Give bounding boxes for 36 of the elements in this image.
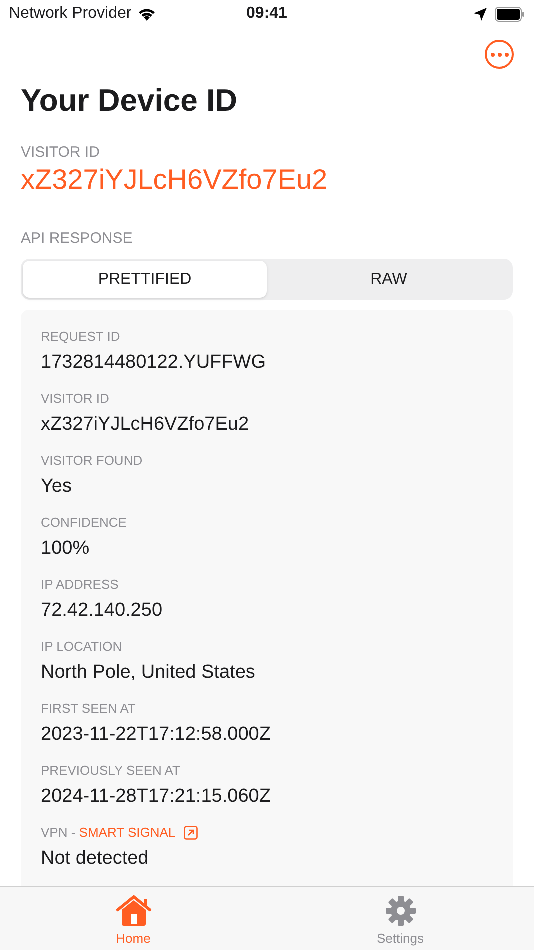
field-value: 1732814480122.YUFFWG (41, 351, 267, 375)
smart-signal-link[interactable]: SMART SIGNAL (79, 823, 198, 843)
field-value: North Pole, United States (41, 661, 256, 685)
field-value: Not detected (41, 847, 150, 871)
more-button[interactable] (485, 40, 514, 69)
field-value: Yes (41, 475, 73, 499)
segment-tab[interactable]: PRETTIFIED (23, 261, 267, 298)
field-label: VISITOR ID (41, 390, 110, 408)
page-title: Your Device ID (20, 82, 239, 120)
carrier-name: Network Provider (9, 4, 132, 24)
wifi-icon (138, 8, 156, 20)
field-value: 2023-11-22T17:12:58.000Z (41, 723, 272, 747)
field-label: REQUEST ID (41, 328, 120, 346)
house-icon (116, 895, 152, 927)
field-label: PREVIOUSLY SEEN AT (41, 762, 180, 780)
visitor-id-value: xZ327iYJLcH6VZfo7Eu2 (20, 163, 329, 197)
field-value: 72.42.140.250 (41, 599, 164, 623)
segment-tab[interactable]: RAW (267, 261, 511, 298)
tab-bar-item[interactable]: Settings (267, 887, 534, 950)
api-response-label: API RESPONSE (20, 229, 134, 249)
location-arrow-icon (474, 8, 487, 20)
field-value: xZ327iYJLcH6VZfo7Eu2 (41, 413, 250, 437)
battery-icon (494, 6, 525, 22)
field-value: 100% (41, 537, 91, 561)
field-value: 2024-11-28T17:21:15.060Z (41, 785, 272, 809)
external-link-icon (184, 826, 198, 840)
field-label: CONFIDENCE (41, 514, 127, 532)
field-label: IP LOCATION (41, 638, 122, 656)
visitor-id-label: VISITOR ID (20, 143, 101, 163)
field-label: FIRST SEEN AT (41, 700, 136, 718)
field-label: IP ADDRESS (41, 576, 119, 594)
field-label: VISITOR FOUND (41, 452, 143, 470)
tab-bar-item[interactable]: Home (0, 887, 267, 950)
gear-icon (384, 895, 416, 927)
clock-time: 09:41 (246, 4, 288, 24)
field-label: VPN - (41, 824, 77, 842)
